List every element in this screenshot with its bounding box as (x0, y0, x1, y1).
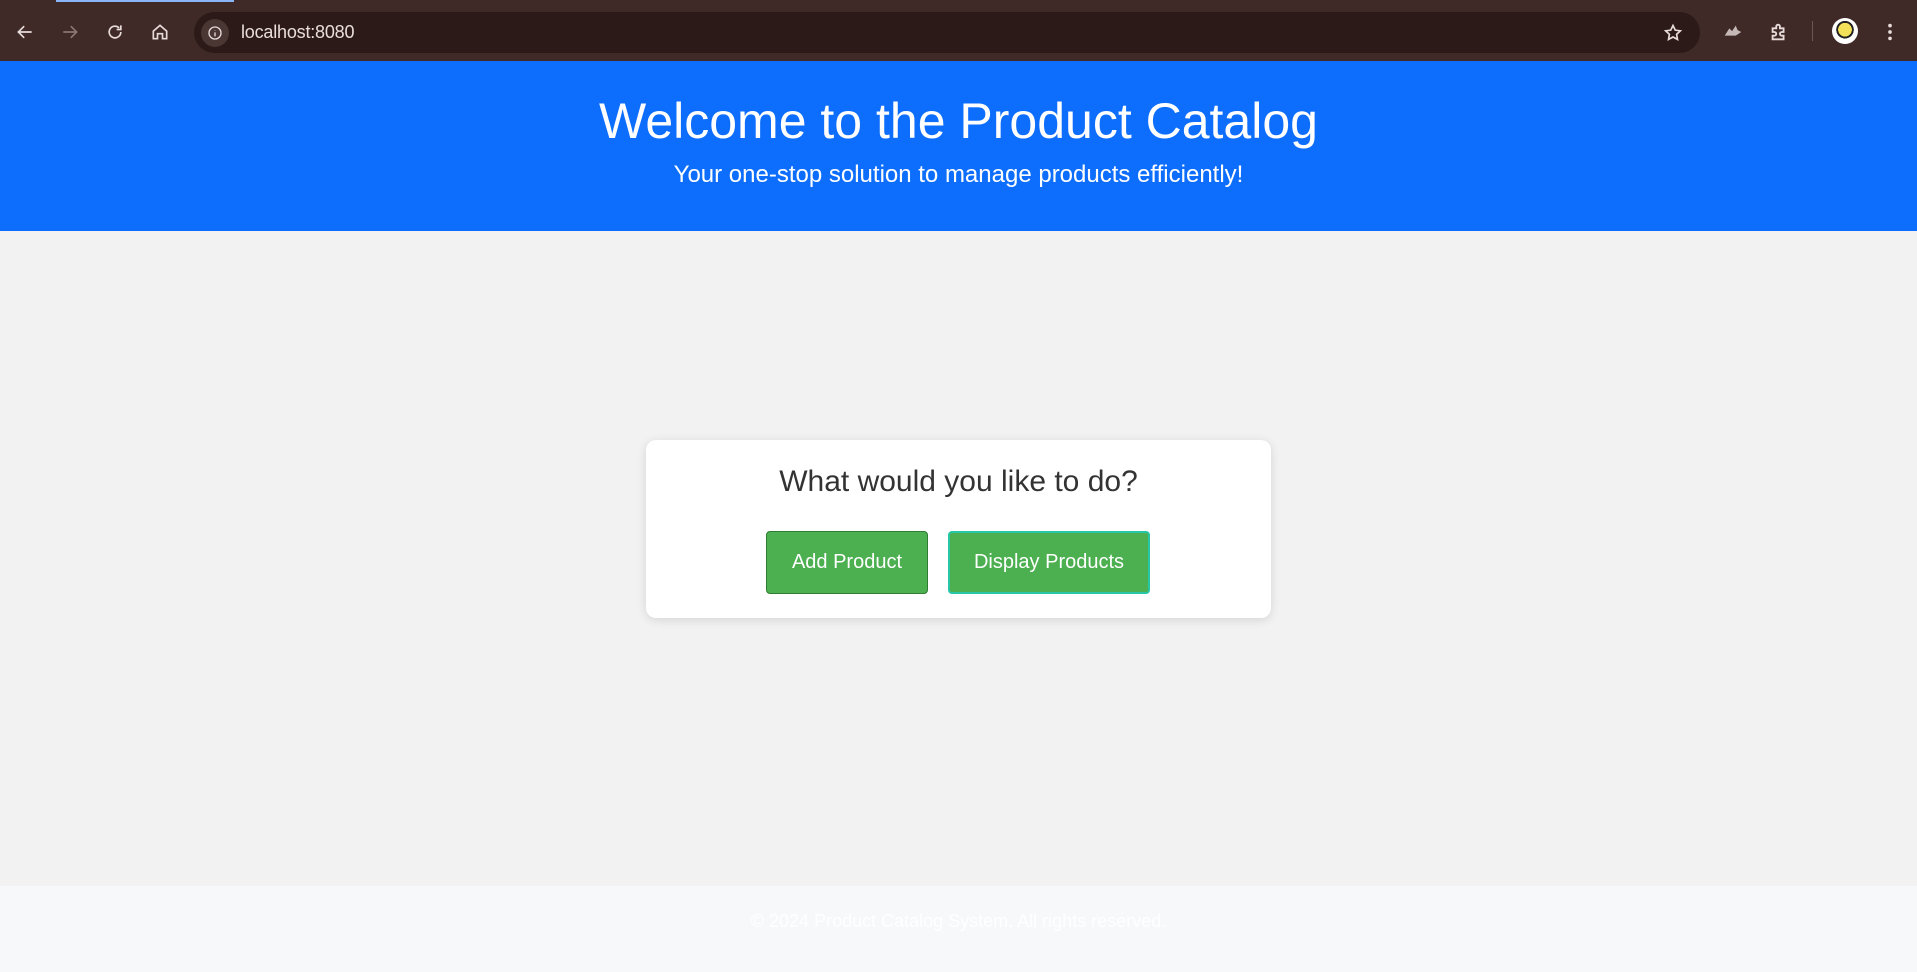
puzzle-icon (1771, 23, 1785, 41)
back-button[interactable] (7, 14, 43, 50)
kebab-menu-icon (1888, 23, 1892, 41)
browser-menu-button[interactable] (1872, 14, 1908, 50)
browser-toolbar: localhost:8080 (0, 0, 1917, 61)
bookmark-button[interactable] (1660, 20, 1686, 46)
site-info-button[interactable] (201, 18, 229, 47)
active-tab-indicator (56, 0, 234, 2)
home-button[interactable] (142, 14, 178, 50)
card-question: What would you like to do? (779, 465, 1138, 498)
footer-copyright: © 2024 Product Catalog System. All right… (750, 911, 1167, 931)
add-product-button[interactable]: Add Product (766, 531, 928, 594)
arrow-right-icon (63, 25, 78, 39)
page-title: Welcome to the Product Catalog (599, 93, 1318, 149)
page-header: Welcome to the Product Catalog Your one-… (0, 61, 1917, 231)
extensions-menu-button[interactable] (1761, 14, 1797, 50)
address-bar[interactable]: localhost:8080 (194, 12, 1700, 53)
star-icon (1663, 23, 1683, 41)
url-text[interactable]: localhost:8080 (241, 22, 354, 43)
home-icon (152, 24, 168, 40)
forward-button[interactable] (52, 14, 88, 50)
page-footer: © 2024 Product Catalog System. All right… (0, 886, 1917, 972)
toolbar-divider (1812, 21, 1813, 41)
action-card: What would you like to do? Add Product D… (646, 440, 1271, 618)
extension-button[interactable] (1715, 14, 1751, 50)
info-icon (208, 25, 222, 40)
page-subtitle: Your one-stop solution to manage product… (673, 161, 1244, 188)
wolf-extension-icon (1724, 25, 1742, 36)
reload-icon (108, 25, 122, 39)
display-products-button[interactable]: Display Products (948, 531, 1150, 594)
arrow-left-icon (17, 25, 32, 39)
avatar[interactable] (1832, 18, 1858, 44)
reload-button[interactable] (97, 14, 133, 50)
